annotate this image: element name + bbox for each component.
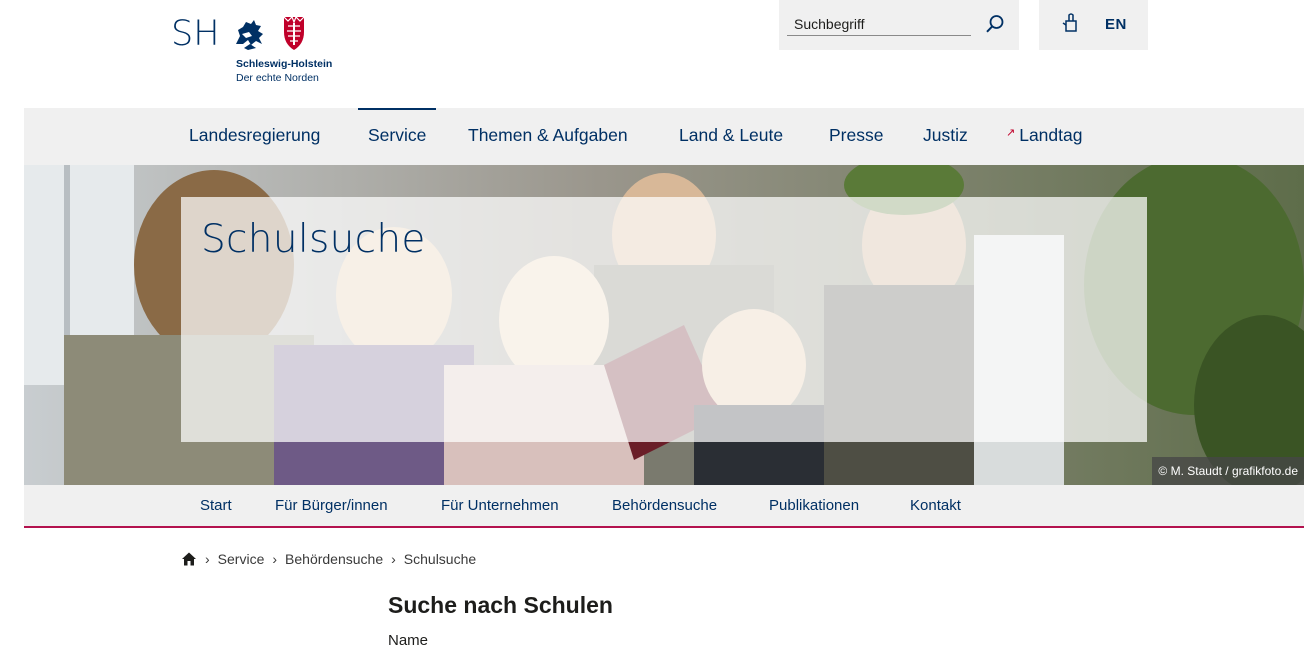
nav-item-landtag-label: Landtag <box>1019 125 1083 145</box>
photo-credit: © M. Staudt / grafikfoto.de <box>1152 457 1304 485</box>
site-logo[interactable]: SH Schleswig-Holstein Der echte Norden <box>171 14 341 86</box>
name-field-label: Name <box>388 632 429 649</box>
page-title: Schulsuche <box>201 217 426 262</box>
nav-item-land-leute[interactable]: Land & Leute <box>679 108 783 165</box>
subnav-item-buerger[interactable]: Für Bürger/innen <box>275 485 388 527</box>
language-label: EN <box>1105 16 1127 33</box>
logo-letters: SH <box>171 14 220 54</box>
nav-item-themen-aufgaben[interactable]: Themen & Aufgaben <box>468 108 628 165</box>
search-button[interactable] <box>981 10 1009 38</box>
nav-item-landesregierung[interactable]: Landesregierung <box>189 108 320 165</box>
breadcrumb-item-current: Schulsuche <box>403 551 477 567</box>
coat-of-arms-icon <box>236 15 305 50</box>
subnav-item-behoerdensuche[interactable]: Behördensuche <box>612 485 717 527</box>
nav-item-service[interactable]: Service <box>357 108 437 165</box>
nav-item-landtag[interactable]: ↗ Landtag <box>1006 108 1082 165</box>
search-input[interactable] <box>787 13 971 36</box>
breadcrumb-item-behoerdensuche[interactable]: Behördensuche <box>285 551 383 567</box>
hero-title-panel: Schulsuche <box>181 197 1147 442</box>
breadcrumb-separator-icon: › <box>272 551 278 567</box>
breadcrumb-item-service[interactable]: Service <box>218 551 265 567</box>
search-icon <box>986 15 1004 33</box>
breadcrumb-separator-icon: › <box>205 551 210 567</box>
main-navigation: Landesregierung Service Themen & Aufgabe… <box>24 108 1304 165</box>
subnav-item-publikationen[interactable]: Publikationen <box>769 485 859 527</box>
subnav-item-start[interactable]: Start <box>200 485 232 527</box>
hero-banner: Schulsuche © M. Staudt / grafikfoto.de <box>24 165 1304 485</box>
external-link-icon: ↗ <box>1006 127 1016 139</box>
search-box <box>779 0 1019 50</box>
breadcrumb-separator-icon: › <box>391 551 396 567</box>
nav-item-presse[interactable]: Presse <box>829 108 883 165</box>
service-navigation: Start Für Bürger/innen Für Unternehmen B… <box>24 485 1304 528</box>
logo-state-name: Schleswig-Holstein <box>236 58 333 70</box>
breadcrumb: › Service › Behördensuche › Schulsuche <box>181 549 476 569</box>
sign-language-icon <box>1062 13 1077 32</box>
subnav-item-unternehmen[interactable]: Für Unternehmen <box>441 485 559 527</box>
nav-item-justiz[interactable]: Justiz <box>923 108 968 165</box>
subnav-item-kontakt[interactable]: Kontakt <box>910 485 961 527</box>
home-icon[interactable] <box>181 551 197 567</box>
language-switch[interactable]: EN <box>1039 0 1148 50</box>
search-form-title: Suche nach Schulen <box>388 592 613 618</box>
logo-tagline: Der echte Norden <box>236 72 319 84</box>
